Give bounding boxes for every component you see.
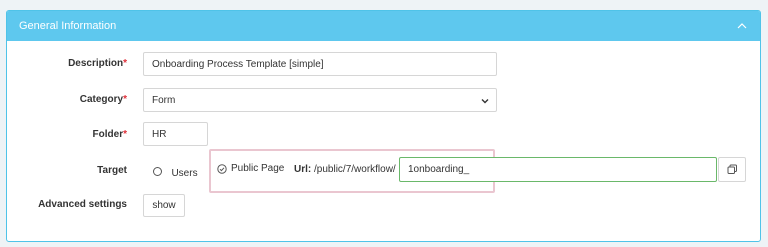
folder-label: Folder* xyxy=(92,129,127,140)
target-label: Target xyxy=(97,165,127,176)
category-label: Category* xyxy=(79,94,127,105)
url-label: Url: /public/7/workflow/ xyxy=(294,164,396,175)
radio-unchecked-icon xyxy=(153,167,162,177)
copy-icon xyxy=(727,164,737,174)
target-users-radio[interactable]: Users xyxy=(153,163,198,181)
panel-title: General Information xyxy=(19,20,117,32)
copy-url-button[interactable] xyxy=(718,157,746,182)
url-prefix: /public/7/workflow/ xyxy=(314,164,396,175)
advanced-settings-label: Advanced settings xyxy=(38,199,127,210)
advanced-show-button[interactable]: show xyxy=(143,194,185,217)
target-public-page-radio[interactable]: Public Page xyxy=(217,163,284,174)
category-select[interactable]: Form xyxy=(143,88,497,112)
description-field[interactable]: Onboarding Process Template [simple] xyxy=(143,52,497,76)
panel-header[interactable]: General Information xyxy=(7,11,760,41)
url-slug-field[interactable]: 1onboarding_ xyxy=(399,157,717,182)
description-label: Description* xyxy=(68,58,127,69)
check-circle-icon xyxy=(217,163,227,174)
chevron-up-icon[interactable] xyxy=(736,20,748,32)
folder-field[interactable]: HR xyxy=(143,122,208,146)
chevron-down-icon xyxy=(481,99,489,104)
general-information-panel: General Information Description* Onboard… xyxy=(6,10,761,242)
